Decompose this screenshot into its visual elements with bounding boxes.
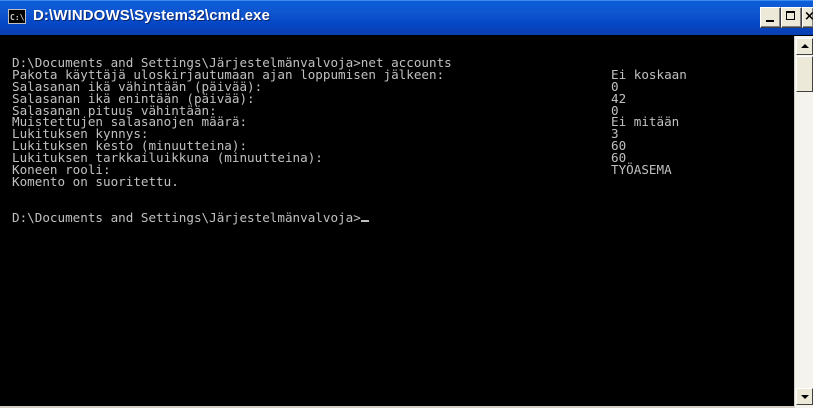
row-value: TYÖASEMA xyxy=(611,162,672,178)
prompt-line[interactable]: D:\Documents and Settings\Järjestelmänva… xyxy=(12,209,452,225)
maximize-button[interactable] xyxy=(781,7,802,28)
scroll-down-button[interactable] xyxy=(796,388,813,405)
close-icon: × xyxy=(804,9,813,24)
text-cursor xyxy=(360,219,369,222)
scroll-thumb[interactable] xyxy=(796,56,813,92)
cmd-icon[interactable]: C:\ xyxy=(8,9,26,24)
window-title: D:\WINDOWS\System32\cmd.exe xyxy=(33,7,270,24)
cmd-window: C:\ D:\WINDOWS\System32\cmd.exe × D:\Doc… xyxy=(0,0,813,408)
console-output[interactable]: D:\Documents and Settings\Järjestelmänva… xyxy=(3,36,789,406)
prompt: D:\Documents and Settings\Järjestelmänva… xyxy=(12,209,361,225)
arrow-down-icon xyxy=(801,395,809,399)
vertical-scrollbar[interactable] xyxy=(794,36,813,408)
minimize-icon xyxy=(766,20,774,22)
close-button[interactable]: × xyxy=(802,7,813,28)
scroll-up-button[interactable] xyxy=(796,38,813,55)
row-value: Ei koskaan xyxy=(611,66,687,82)
minimize-button[interactable] xyxy=(760,7,781,28)
maximize-icon xyxy=(786,11,795,20)
title-bar[interactable]: C:\ D:\WINDOWS\System32\cmd.exe × xyxy=(0,0,813,35)
console-text: D:\Documents and Settings\Järjestelmänva… xyxy=(12,56,687,225)
row-value: Ei mitään xyxy=(611,114,680,130)
completion-message: Komento on suoritettu. xyxy=(12,173,179,189)
arrow-up-icon xyxy=(801,44,809,48)
